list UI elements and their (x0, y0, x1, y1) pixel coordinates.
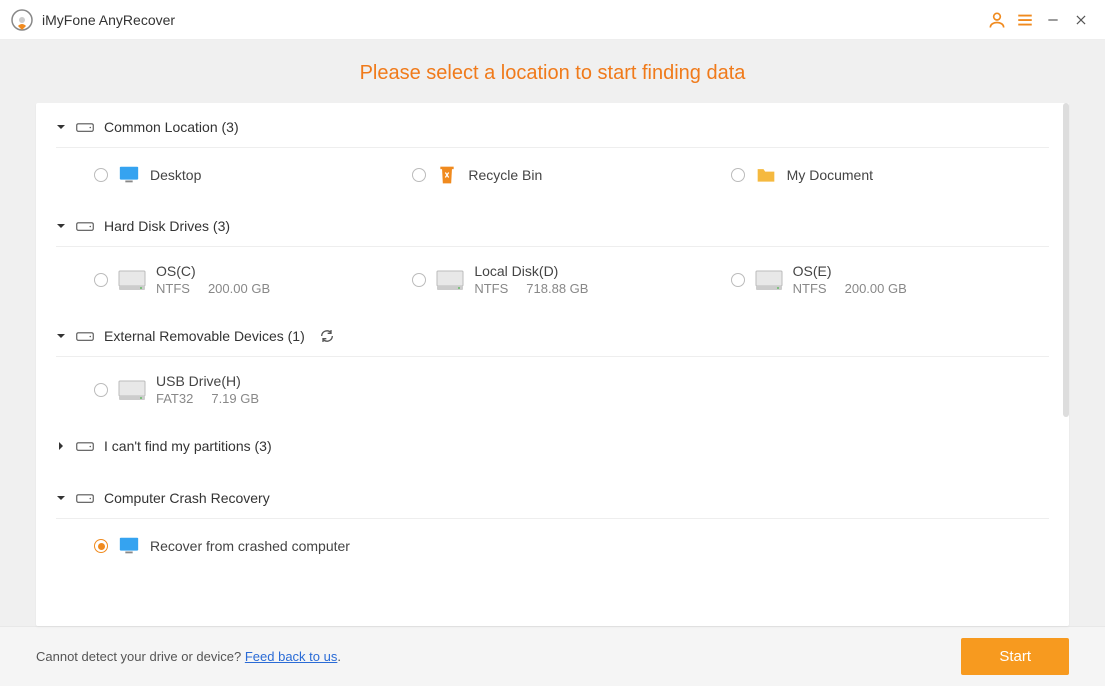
minimize-button[interactable] (1039, 6, 1067, 34)
radio-button[interactable] (731, 168, 745, 182)
location-desktop[interactable]: Desktop (94, 164, 412, 186)
drive-fs: NTFS (793, 281, 827, 296)
feedback-link[interactable]: Feed back to us (245, 649, 338, 664)
section-header-crash[interactable]: Computer Crash Recovery (36, 466, 1069, 518)
radio-button[interactable] (94, 539, 108, 553)
radio-button[interactable] (94, 168, 108, 182)
drive-outline-icon (76, 120, 94, 134)
location-label: Desktop (150, 167, 201, 183)
hdd-row: OS(C) NTFS 200.00 GB Local Disk(D) NTFS 71… (36, 247, 1069, 312)
drive-outline-icon (76, 439, 94, 453)
location-label: Recover from crashed computer (150, 538, 350, 554)
recover-crashed-computer[interactable]: Recover from crashed computer (94, 535, 412, 557)
scrollbar[interactable] (1063, 103, 1069, 417)
drive-name: USB Drive(H) (156, 373, 259, 389)
radio-button[interactable] (731, 273, 745, 287)
footer-text: Cannot detect your drive or device? Feed… (36, 649, 341, 664)
refresh-icon[interactable] (319, 328, 335, 344)
section-title: Common Location (3) (104, 119, 239, 135)
drive-name: OS(C) (156, 263, 270, 279)
close-button[interactable] (1067, 6, 1095, 34)
section-header-common[interactable]: Common Location (3) (36, 103, 1069, 147)
external-row: USB Drive(H) FAT32 7.19 GB (36, 357, 1069, 422)
hdd-icon (436, 269, 464, 291)
drive-size: 7.19 GB (211, 391, 259, 406)
close-icon (1074, 13, 1088, 27)
drive-os-e[interactable]: OS(E) NTFS 200.00 GB (731, 263, 1049, 296)
location-my-document[interactable]: My Document (731, 164, 1049, 186)
recycle-bin-icon (436, 164, 458, 186)
section-header-external[interactable]: External Removable Devices (1) (36, 312, 1069, 356)
drive-size: 718.88 GB (526, 281, 588, 296)
page-heading: Please select a location to start findin… (0, 40, 1105, 103)
drive-outline-icon (76, 329, 94, 343)
start-button[interactable]: Start (961, 638, 1069, 675)
app-logo-icon (10, 8, 34, 32)
chevron-right-icon (56, 441, 66, 451)
drive-usb-h[interactable]: USB Drive(H) FAT32 7.19 GB (94, 373, 412, 406)
footer: Cannot detect your drive or device? Feed… (0, 626, 1105, 686)
drive-name: Local Disk(D) (474, 263, 588, 279)
hdd-icon (755, 269, 783, 291)
drive-size: 200.00 GB (208, 281, 270, 296)
radio-button[interactable] (412, 168, 426, 182)
location-recycle-bin[interactable]: Recycle Bin (412, 164, 730, 186)
common-locations-row: Desktop Recycle Bin My Document (36, 148, 1069, 202)
drive-os-c[interactable]: OS(C) NTFS 200.00 GB (94, 263, 412, 296)
user-icon (987, 10, 1007, 30)
account-button[interactable] (983, 6, 1011, 34)
app-logo-wrap: iMyFone AnyRecover (10, 8, 175, 32)
drive-size: 200.00 GB (845, 281, 907, 296)
radio-button[interactable] (94, 383, 108, 397)
drive-outline-icon (76, 491, 94, 505)
content: Please select a location to start findin… (0, 40, 1105, 626)
drive-name: OS(E) (793, 263, 907, 279)
hdd-icon (118, 269, 146, 291)
app-title: iMyFone AnyRecover (42, 12, 175, 28)
minimize-icon (1046, 13, 1060, 27)
location-label: Recycle Bin (468, 167, 542, 183)
section-title: External Removable Devices (1) (104, 328, 305, 344)
location-label: My Document (787, 167, 873, 183)
chevron-down-icon (56, 331, 66, 341)
section-header-hdd[interactable]: Hard Disk Drives (3) (36, 202, 1069, 246)
location-panel: Common Location (3) Desktop Recycle Bin (36, 103, 1069, 626)
chevron-down-icon (56, 493, 66, 503)
hdd-icon (118, 379, 146, 401)
section-header-partitions[interactable]: I can't find my partitions (3) (36, 422, 1069, 466)
drive-fs: NTFS (156, 281, 190, 296)
titlebar: iMyFone AnyRecover (0, 0, 1105, 40)
desktop-icon (118, 164, 140, 186)
section-title: Hard Disk Drives (3) (104, 218, 230, 234)
drive-fs: NTFS (474, 281, 508, 296)
drive-fs: FAT32 (156, 391, 193, 406)
section-title: Computer Crash Recovery (104, 490, 270, 506)
radio-button[interactable] (412, 273, 426, 287)
crash-row: Recover from crashed computer (36, 519, 1069, 573)
hamburger-icon (1016, 11, 1034, 29)
menu-button[interactable] (1011, 6, 1039, 34)
drive-outline-icon (76, 219, 94, 233)
monitor-icon (118, 535, 140, 557)
folder-icon (755, 164, 777, 186)
chevron-down-icon (56, 221, 66, 231)
radio-button[interactable] (94, 273, 108, 287)
chevron-down-icon (56, 122, 66, 132)
section-title: I can't find my partitions (3) (104, 438, 272, 454)
drive-local-d[interactable]: Local Disk(D) NTFS 718.88 GB (412, 263, 730, 296)
